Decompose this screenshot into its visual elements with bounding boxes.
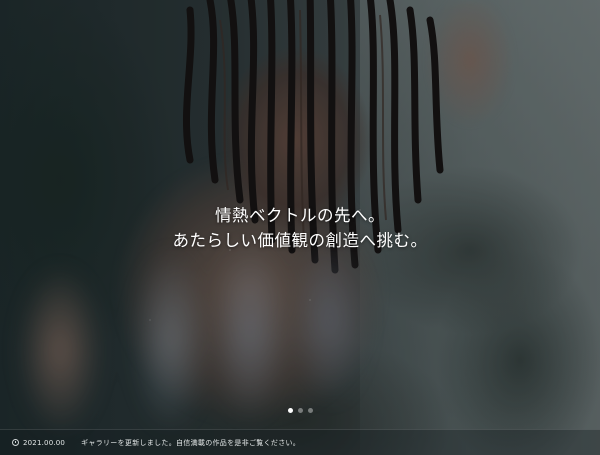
hero-headline-line2: あたらしい価値観の創造へ挑む。 [172,231,428,250]
slider-dot-3[interactable] [307,408,313,413]
clock-icon [12,439,19,446]
hero-headline: 情熱ベクトルの先へ。 あたらしい価値観の創造へ挑む。 [0,203,600,253]
news-link[interactable]: ギャラリーを更新しました。自信満載の作品を是非ご覧ください。 [81,438,300,448]
hero-headline-line1: 情熱ベクトルの先へ。 [215,206,385,225]
hero-slider: 情熱ベクトルの先へ。 あたらしい価値観の創造へ挑む。 2021.00.00 ギャ… [0,0,600,455]
news-date: 2021.00.00 [23,438,66,447]
slider-pagination [0,408,600,413]
slider-dot-1[interactable] [287,408,293,413]
news-ticker: 2021.00.00 ギャラリーを更新しました。自信満載の作品を是非ご覧ください… [0,429,600,455]
slider-dot-2[interactable] [297,408,303,413]
